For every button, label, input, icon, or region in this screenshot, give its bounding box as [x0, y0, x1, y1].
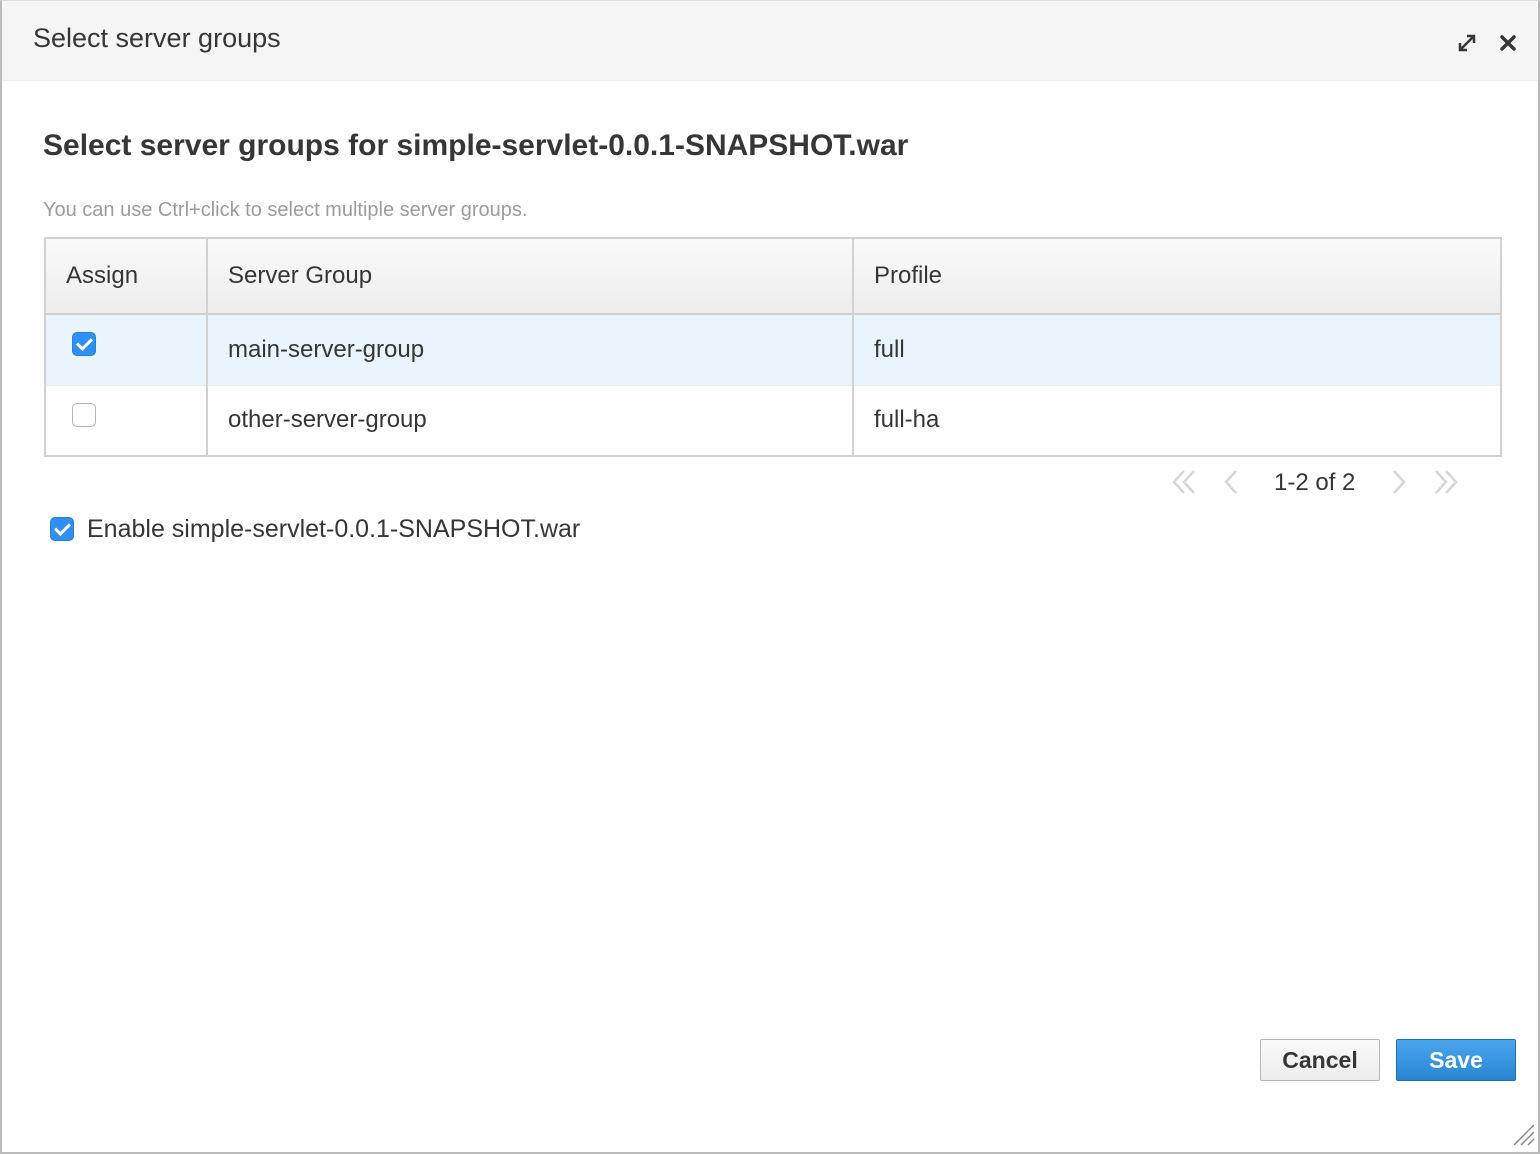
table-header-row: Assign Server Group Profile: [45, 238, 1501, 315]
first-page-icon[interactable]: [1168, 467, 1202, 497]
dialog: Select server groups Select server group…: [0, 0, 1540, 1154]
enable-label[interactable]: Enable simple-servlet-0.0.1-SNAPSHOT.war: [87, 515, 580, 544]
dialog-heading: Select server groups for simple-servlet-…: [43, 129, 909, 162]
table-row[interactable]: main-server-group full: [45, 314, 1501, 386]
pager: 1-2 of 2: [1162, 461, 1472, 501]
save-button[interactable]: Save: [1396, 1039, 1516, 1081]
maximize-icon[interactable]: [1454, 30, 1480, 56]
enable-checkbox[interactable]: [50, 517, 74, 541]
resize-grip-icon[interactable]: [1510, 1121, 1536, 1147]
next-page-icon[interactable]: [1380, 467, 1414, 497]
help-text: You can use Ctrl+click to select multipl…: [43, 199, 528, 221]
server-group-cell: other-server-group: [206, 385, 853, 456]
prev-page-icon[interactable]: [1216, 467, 1250, 497]
server-groups-table: Assign Server Group Profile main-server-…: [44, 237, 1502, 457]
column-header-profile[interactable]: Profile: [852, 238, 1501, 315]
pager-info: 1-2 of 2: [1274, 469, 1356, 496]
column-header-server-group[interactable]: Server Group: [206, 238, 853, 315]
server-group-cell: main-server-group: [206, 314, 853, 386]
profile-cell: full-ha: [852, 385, 1501, 456]
assign-checkbox[interactable]: [72, 402, 96, 427]
profile-cell: full: [852, 314, 1501, 386]
assign-cell: [45, 385, 207, 456]
close-icon[interactable]: [1495, 30, 1521, 56]
cancel-button[interactable]: Cancel: [1260, 1039, 1380, 1081]
assign-checkbox[interactable]: [72, 332, 96, 357]
assign-cell: [45, 314, 207, 386]
dialog-titlebar: Select server groups: [2, 1, 1538, 81]
dialog-title: Select server groups: [33, 23, 281, 53]
table-row[interactable]: other-server-group full-ha: [45, 385, 1501, 456]
last-page-icon[interactable]: [1428, 467, 1462, 497]
column-header-assign[interactable]: Assign: [45, 238, 207, 315]
